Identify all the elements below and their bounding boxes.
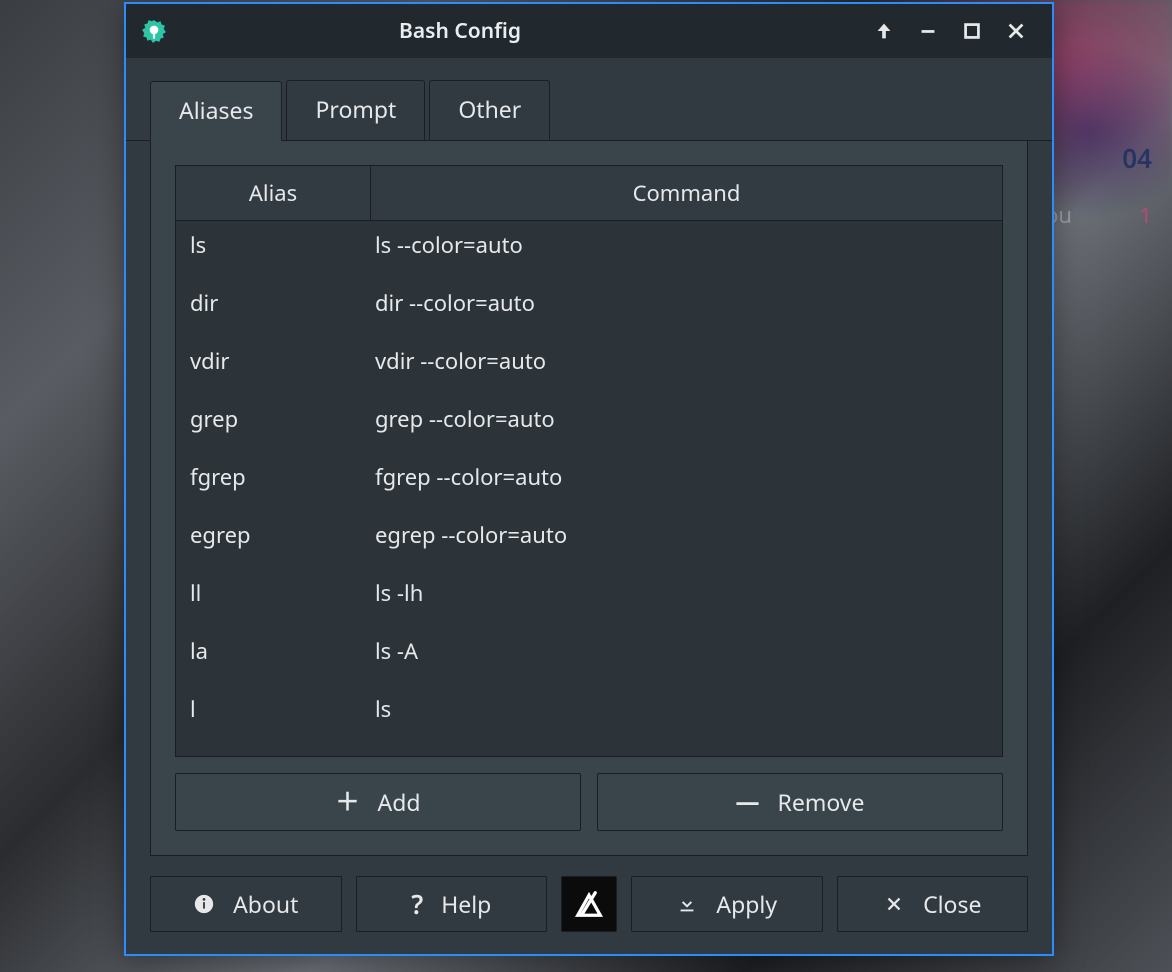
tab-aliases[interactable]: Aliases <box>150 81 282 141</box>
desktop-hint-text: 1 <box>1139 200 1152 230</box>
cell-command: grep --color=auto <box>371 404 1002 434</box>
table-row[interactable]: llls -lh <box>176 564 1002 622</box>
tab-prompt[interactable]: Prompt <box>286 80 425 140</box>
row-action-bar: ＋ Add — Remove <box>175 773 1003 831</box>
cell-alias: vdir <box>176 346 371 376</box>
table-header-row: Alias Command <box>176 166 1002 221</box>
mx-logo-icon <box>574 889 604 919</box>
about-button[interactable]: About <box>150 876 342 932</box>
tab-label: Aliases <box>179 94 253 126</box>
close-button[interactable]: Close <box>837 876 1029 932</box>
question-icon: ? <box>411 886 423 922</box>
minus-icon: — <box>736 790 760 814</box>
plus-icon: ＋ <box>336 790 360 814</box>
cell-command: ls -lh <box>371 578 1002 608</box>
table-body[interactable]: lsls --color=autodirdir --color=autovdir… <box>176 216 1002 756</box>
cell-alias: fgrep <box>176 462 371 492</box>
cell-command: egrep --color=auto <box>371 520 1002 550</box>
tab-label: Other <box>458 93 521 125</box>
cell-alias: ls <box>176 230 371 260</box>
column-header-alias[interactable]: Alias <box>176 166 371 220</box>
minimize-button[interactable] <box>906 9 950 53</box>
apply-button[interactable]: Apply <box>631 876 823 932</box>
help-button[interactable]: ? Help <box>356 876 548 932</box>
tab-other[interactable]: Other <box>429 80 550 140</box>
info-icon <box>193 893 215 915</box>
keep-above-button[interactable] <box>862 9 906 53</box>
table-row[interactable]: vdirvdir --color=auto <box>176 332 1002 390</box>
table-row[interactable]: grepgrep --color=auto <box>176 390 1002 448</box>
remove-button[interactable]: — Remove <box>597 773 1003 831</box>
titlebar: Bash Config <box>126 4 1052 58</box>
cell-command: ls <box>371 694 1002 724</box>
button-label: About <box>233 888 298 920</box>
button-label: Remove <box>778 786 865 818</box>
cell-alias: grep <box>176 404 371 434</box>
footer-bar: About ? Help Apply Close <box>126 856 1052 954</box>
cell-command: ls --color=auto <box>371 230 1002 260</box>
button-label: Help <box>441 888 491 920</box>
cell-alias: la <box>176 636 371 666</box>
cell-command: fgrep --color=auto <box>371 462 1002 492</box>
table-row[interactable]: lals -A <box>176 622 1002 680</box>
cell-alias: l <box>176 694 371 724</box>
close-window-button[interactable] <box>994 9 1038 53</box>
aliases-panel: Alias Command lsls --color=autodirdir --… <box>150 141 1028 856</box>
desktop-hint-text: 04 <box>1122 140 1152 176</box>
button-label: Close <box>923 888 981 920</box>
mx-logo-button[interactable] <box>561 876 617 932</box>
table-row[interactable]: egrepegrep --color=auto <box>176 506 1002 564</box>
aliases-table: Alias Command lsls --color=autodirdir --… <box>175 165 1003 757</box>
tab-label: Prompt <box>315 93 396 125</box>
close-icon <box>883 893 905 915</box>
window-title: Bash Config <box>58 17 862 45</box>
download-icon <box>676 893 698 915</box>
maximize-button[interactable] <box>950 9 994 53</box>
cell-alias: ll <box>176 578 371 608</box>
cell-command: dir --color=auto <box>371 288 1002 318</box>
cell-command: ls -A <box>371 636 1002 666</box>
cell-command: vdir --color=auto <box>371 346 1002 376</box>
table-row[interactable]: fgrepfgrep --color=auto <box>176 448 1002 506</box>
button-label: Add <box>378 786 421 818</box>
table-row[interactable]: lls <box>176 680 1002 738</box>
table-row[interactable]: lsls --color=auto <box>176 216 1002 274</box>
bash-config-window: Bash Config Aliases Prompt Other Alias <box>124 2 1054 956</box>
cell-alias: dir <box>176 288 371 318</box>
column-header-command[interactable]: Command <box>371 166 1002 220</box>
add-button[interactable]: ＋ Add <box>175 773 581 831</box>
tab-bar: Aliases Prompt Other <box>126 58 1052 141</box>
cell-alias: egrep <box>176 520 371 550</box>
button-label: Apply <box>716 888 777 920</box>
table-row[interactable]: dirdir --color=auto <box>176 274 1002 332</box>
